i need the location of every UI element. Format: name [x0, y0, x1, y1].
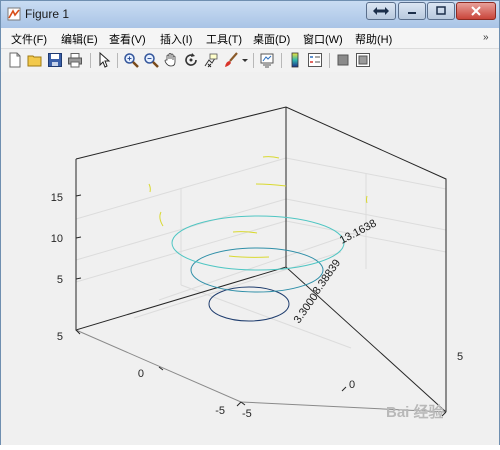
watermark-text: Bai 经验 [386, 403, 445, 421]
brush-icon[interactable] [223, 52, 239, 68]
grid-lines [75, 157, 447, 349]
close-button[interactable] [456, 2, 496, 20]
menu-view[interactable]: 查看(V) [109, 31, 146, 47]
rotate-3d-icon[interactable] [183, 52, 199, 68]
contour-label-low: 3.3000 [292, 291, 321, 325]
z-tick-label: 15 [51, 192, 63, 204]
double-arrow-icon [373, 7, 389, 15]
contour-level-high[interactable] [171, 215, 345, 271]
window-title: Figure 1 [25, 7, 70, 21]
minimize-button[interactable] [398, 2, 426, 20]
menu-overflow-arrow[interactable]: » [483, 32, 489, 43]
figure-window: Figure 1 文件(F) 编辑(E) 查看(V) 插入(I) 工具(T) 桌… [0, 0, 500, 445]
zoom-in-icon[interactable] [123, 52, 139, 68]
zoom-out-icon[interactable] [143, 52, 159, 68]
z-tick-label: 5 [57, 274, 63, 286]
toolbar-separator [281, 53, 282, 68]
toolbar-separator [253, 53, 254, 68]
toolbar-separator [329, 53, 330, 68]
menu-window[interactable]: 窗口(W) [303, 31, 343, 47]
y-tick-label: 0 [138, 368, 144, 380]
x-tick-label: 0 [349, 379, 355, 391]
x-tick-label: 5 [457, 351, 463, 363]
colorbar-icon[interactable] [287, 52, 303, 68]
axes-box [75, 106, 447, 413]
maximize-icon [436, 6, 446, 15]
close-icon [471, 6, 481, 16]
menu-edit[interactable]: 编辑(E) [61, 31, 98, 47]
menu-tools[interactable]: 工具(T) [206, 31, 242, 47]
maximize-button[interactable] [427, 2, 455, 20]
matlab-app-icon [7, 7, 21, 21]
y-tick-label: -5 [215, 405, 225, 417]
z-tick-label: 10 [51, 233, 63, 245]
pan-hand-icon[interactable] [163, 52, 179, 68]
title-bar: Figure 1 [1, 1, 499, 29]
data-cursor-icon[interactable] [203, 52, 219, 68]
restore-layout-button[interactable] [366, 2, 396, 20]
brush-dropdown-icon[interactable] [241, 52, 249, 68]
open-file-icon[interactable] [27, 52, 43, 68]
new-figure-icon[interactable] [7, 52, 23, 68]
y-tick-label: 5 [57, 331, 63, 343]
x-tick-label: -5 [242, 408, 252, 420]
menu-bar: 文件(F) 编辑(E) 查看(V) 插入(I) 工具(T) 桌面(D) 窗口(W… [1, 28, 499, 48]
save-icon[interactable] [47, 52, 63, 68]
contour-label-high: 13.1638 [338, 217, 379, 246]
axes-3d[interactable]: 13.1638 8.38839 3.3000 15 10 5 5 0 -5 -5… [1, 72, 499, 445]
show-plot-tools-icon[interactable] [355, 52, 371, 68]
toolbar-separator [90, 53, 91, 68]
minimize-icon [408, 12, 416, 14]
pointer-icon[interactable] [96, 52, 112, 68]
print-icon[interactable] [67, 52, 83, 68]
menu-insert[interactable]: 插入(I) [160, 31, 192, 47]
link-plot-icon[interactable] [259, 52, 275, 68]
figure-canvas[interactable]: 13.1638 8.38839 3.3000 15 10 5 5 0 -5 -5… [1, 72, 499, 445]
menu-file[interactable]: 文件(F) [11, 31, 47, 47]
menu-desktop[interactable]: 桌面(D) [253, 31, 290, 47]
menu-help[interactable]: 帮助(H) [355, 31, 392, 47]
hide-plot-tools-icon[interactable] [335, 52, 351, 68]
legend-icon[interactable] [307, 52, 323, 68]
figure-toolbar [1, 48, 499, 73]
toolbar-separator [117, 53, 118, 68]
